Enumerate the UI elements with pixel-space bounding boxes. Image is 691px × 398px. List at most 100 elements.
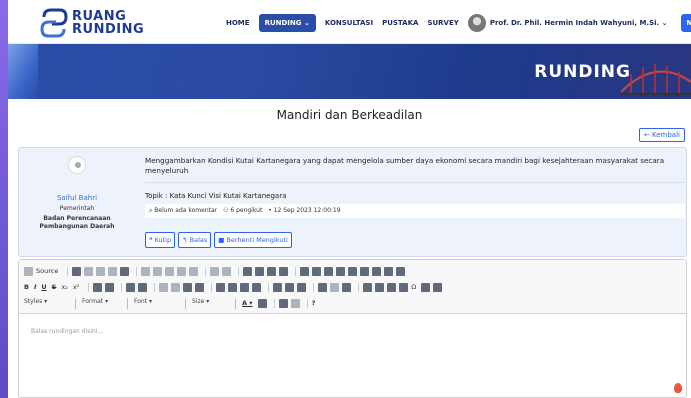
bridge-icon [621, 64, 691, 95]
nav-home[interactable]: HOME [226, 19, 250, 27]
undo-icon[interactable] [210, 266, 220, 276]
discussion-post: Saiful Bahri Pemerintah Badan Perencanaa… [18, 147, 687, 257]
notification-button[interactable]: Notifikasi [680, 14, 691, 32]
subscript-icon[interactable]: x₂ [61, 283, 67, 291]
paste-text-icon[interactable] [177, 266, 187, 276]
link-icon[interactable] [318, 282, 328, 292]
banner-title: RUNDING [534, 62, 631, 82]
superscript-icon[interactable]: x² [73, 283, 79, 291]
editor-toolbar: Source B I U S x₂ x² Ω Styles ▾ Format ▾… [19, 260, 686, 314]
save-icon[interactable] [72, 266, 82, 276]
user-menu[interactable]: Prof. Dr. Phil. Hermin Indah Wahyuni, M.… [490, 19, 668, 27]
image-button-icon[interactable] [384, 266, 394, 276]
site-logo[interactable]: RUANG RUNDING [38, 7, 148, 39]
about-icon[interactable]: ? [312, 299, 316, 307]
toolbar-divider [67, 266, 69, 276]
indent-icon[interactable] [171, 282, 181, 292]
copy-icon[interactable] [153, 266, 163, 276]
iframe-icon[interactable] [433, 282, 443, 292]
post-author-panel: Saiful Bahri Pemerintah Badan Perencanaa… [19, 148, 135, 256]
numbered-list-icon[interactable] [126, 282, 136, 292]
special-char-icon[interactable]: Ω [411, 283, 416, 291]
rtl-icon[interactable] [285, 282, 295, 292]
nav-survey[interactable]: SURVEY [427, 19, 458, 27]
form-button-icon[interactable] [372, 266, 382, 276]
checkbox-icon[interactable] [312, 266, 322, 276]
italic-icon[interactable]: I [34, 283, 36, 291]
align-left-icon[interactable] [216, 282, 226, 292]
banner-decoration [8, 44, 38, 99]
radio-icon[interactable] [324, 266, 334, 276]
div-icon[interactable] [195, 282, 205, 292]
source-icon[interactable] [24, 266, 33, 276]
back-button[interactable]: ← Kembali [638, 128, 685, 142]
toolbar-divider [358, 282, 360, 292]
styles-dropdown[interactable]: Styles ▾ [24, 297, 76, 309]
find-icon[interactable] [243, 266, 253, 276]
toolbar-divider [273, 298, 275, 308]
image-icon[interactable] [363, 282, 373, 292]
ltr-icon[interactable] [273, 282, 283, 292]
textarea-icon[interactable] [348, 266, 358, 276]
strike-icon[interactable]: S [52, 283, 57, 291]
author-name[interactable]: Saiful Bahri [19, 194, 135, 202]
select-field-icon[interactable] [360, 266, 370, 276]
textfield-icon[interactable] [336, 266, 346, 276]
toolbar-divider [88, 282, 90, 292]
page-break-icon[interactable] [421, 282, 431, 292]
anchor-icon[interactable] [342, 282, 352, 292]
format-label: Format [82, 297, 104, 305]
maximize-icon[interactable] [278, 298, 288, 308]
paste-icon[interactable] [165, 266, 175, 276]
horizontal-line-icon[interactable] [387, 282, 397, 292]
hidden-field-icon[interactable] [396, 266, 406, 276]
font-dropdown[interactable]: Font ▾ [134, 297, 186, 309]
reply-input[interactable]: Balas rundingan disini... [31, 328, 103, 335]
user-avatar[interactable] [467, 14, 486, 32]
nav-konsultasi[interactable]: KONSULTASI [325, 19, 373, 27]
justify-icon[interactable] [252, 282, 262, 292]
text-color-icon[interactable]: A ▾ [242, 299, 253, 307]
author-organization: Badan Perencanaan Pembangunan Daerah [39, 215, 115, 230]
unlink-icon[interactable] [330, 282, 340, 292]
quote-button[interactable]: ❝ Kutip [145, 232, 176, 248]
copy-format-icon[interactable] [93, 282, 103, 292]
templates-icon[interactable] [120, 266, 130, 276]
post-topic: Topik : Kata Kunci Visi Kutai Kartanegar… [145, 192, 287, 200]
toolbar-divider [268, 282, 270, 292]
nav-pustaka[interactable]: PUSTAKA [382, 19, 418, 27]
smiley-icon[interactable] [399, 282, 409, 292]
new-page-icon[interactable] [84, 266, 94, 276]
source-button[interactable]: Source [36, 267, 58, 275]
cut-icon[interactable] [141, 266, 151, 276]
print-icon[interactable] [108, 266, 118, 276]
bold-icon[interactable]: B [24, 283, 29, 291]
remove-format-icon[interactable] [105, 282, 115, 292]
select-all-icon[interactable] [267, 266, 277, 276]
outdent-icon[interactable] [159, 282, 169, 292]
table-icon[interactable] [375, 282, 385, 292]
blockquote-icon[interactable] [183, 282, 193, 292]
spellcheck-icon[interactable] [279, 266, 289, 276]
post-divider [145, 182, 685, 183]
paste-word-icon[interactable] [189, 266, 199, 276]
redo-icon[interactable] [222, 266, 232, 276]
show-blocks-icon[interactable] [290, 298, 300, 308]
underline-icon[interactable]: U [41, 283, 46, 291]
replace-icon[interactable] [255, 266, 265, 276]
bulleted-list-icon[interactable] [138, 282, 148, 292]
align-right-icon[interactable] [240, 282, 250, 292]
logo-icon [40, 8, 68, 38]
form-icon[interactable] [300, 266, 310, 276]
toolbar-divider [205, 266, 207, 276]
toolbar-divider [295, 266, 297, 276]
language-icon[interactable] [297, 282, 307, 292]
preview-icon[interactable] [96, 266, 106, 276]
size-dropdown[interactable]: Size ▾ [192, 297, 236, 309]
reply-button[interactable]: ↰ Balas [178, 232, 212, 248]
format-dropdown[interactable]: Format ▾ [82, 297, 128, 309]
align-center-icon[interactable] [228, 282, 238, 292]
unfollow-button[interactable]: ■ Berhenti Mengikuti [214, 232, 292, 248]
bg-color-icon[interactable] [257, 298, 267, 308]
nav-runding[interactable]: RUNDING ⌄ [258, 14, 316, 32]
